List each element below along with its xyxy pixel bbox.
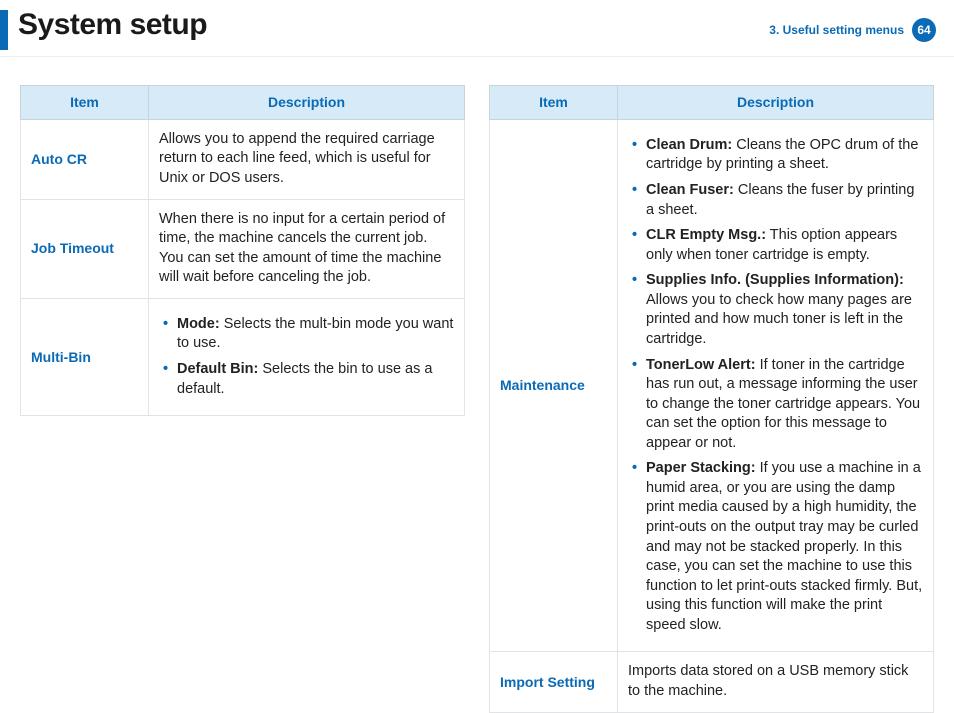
list-item: Paper Stacking: If you use a machine in … [632,459,923,635]
col-desc-header: Description [149,86,465,120]
item-cell: Job Timeout [21,199,149,298]
desc-cell: When there is no input for a certain per… [149,199,465,298]
settings-table-right: Item Description Maintenance Clean Drum:… [489,85,934,713]
table-row: Auto CR Allows you to append the require… [21,119,465,199]
page-header: System setup 3. Useful setting menus 64 [0,0,954,57]
content-area: Item Description Auto CR Allows you to a… [0,57,954,713]
table-row: Import Setting Imports data stored on a … [490,652,934,712]
list-item: TonerLow Alert: If toner in the cartridg… [632,356,923,454]
bullet-label: Clean Drum: [646,137,732,153]
accent-bar [0,10,8,50]
left-column: Item Description Auto CR Allows you to a… [20,85,465,713]
col-item-header: Item [21,86,149,120]
list-item: Mode: Selects the mult-bin mode you want… [163,315,454,354]
list-item: Default Bin: Selects the bin to use as a… [163,360,454,399]
desc-cell: Mode: Selects the mult-bin mode you want… [149,298,465,415]
header-right: 3. Useful setting menus 64 [769,8,936,42]
bullet-label: CLR Empty Msg.: [646,227,766,243]
table-row: Maintenance Clean Drum: Cleans the OPC d… [490,119,934,652]
desc-cell: Imports data stored on a USB memory stic… [618,652,934,712]
bullet-label: Clean Fuser: [646,182,734,198]
desc-cell: Clean Drum: Cleans the OPC drum of the c… [618,119,934,652]
page-number-badge: 64 [912,18,936,42]
bullet-text: If you use a machine in a humid area, or… [646,460,922,633]
item-cell: Maintenance [490,119,618,652]
item-cell: Multi-Bin [21,298,149,415]
table-row: Multi-Bin Mode: Selects the mult-bin mod… [21,298,465,415]
list-item: Clean Fuser: Cleans the fuser by printin… [632,181,923,220]
bullet-label: Supplies Info. (Supplies Information): [646,272,904,288]
bullet-label: TonerLow Alert: [646,357,756,373]
item-cell: Auto CR [21,119,149,199]
list-item: Supplies Info. (Supplies Information): A… [632,271,923,349]
section-label: 3. Useful setting menus [769,23,904,37]
table-row: Job Timeout When there is no input for a… [21,199,465,298]
bullet-text: Allows you to check how many pages are p… [646,292,912,347]
item-cell: Import Setting [490,652,618,712]
col-item-header: Item [490,86,618,120]
list-item: Clean Drum: Cleans the OPC drum of the c… [632,136,923,175]
bullet-label: Paper Stacking: [646,460,756,476]
settings-table-left: Item Description Auto CR Allows you to a… [20,85,465,416]
bullet-label: Mode: [177,316,220,332]
bullet-label: Default Bin: [177,361,258,377]
desc-cell: Allows you to append the required carria… [149,119,465,199]
col-desc-header: Description [618,86,934,120]
list-item: CLR Empty Msg.: This option appears only… [632,226,923,265]
page-title: System setup [18,8,207,41]
right-column: Item Description Maintenance Clean Drum:… [489,85,934,713]
